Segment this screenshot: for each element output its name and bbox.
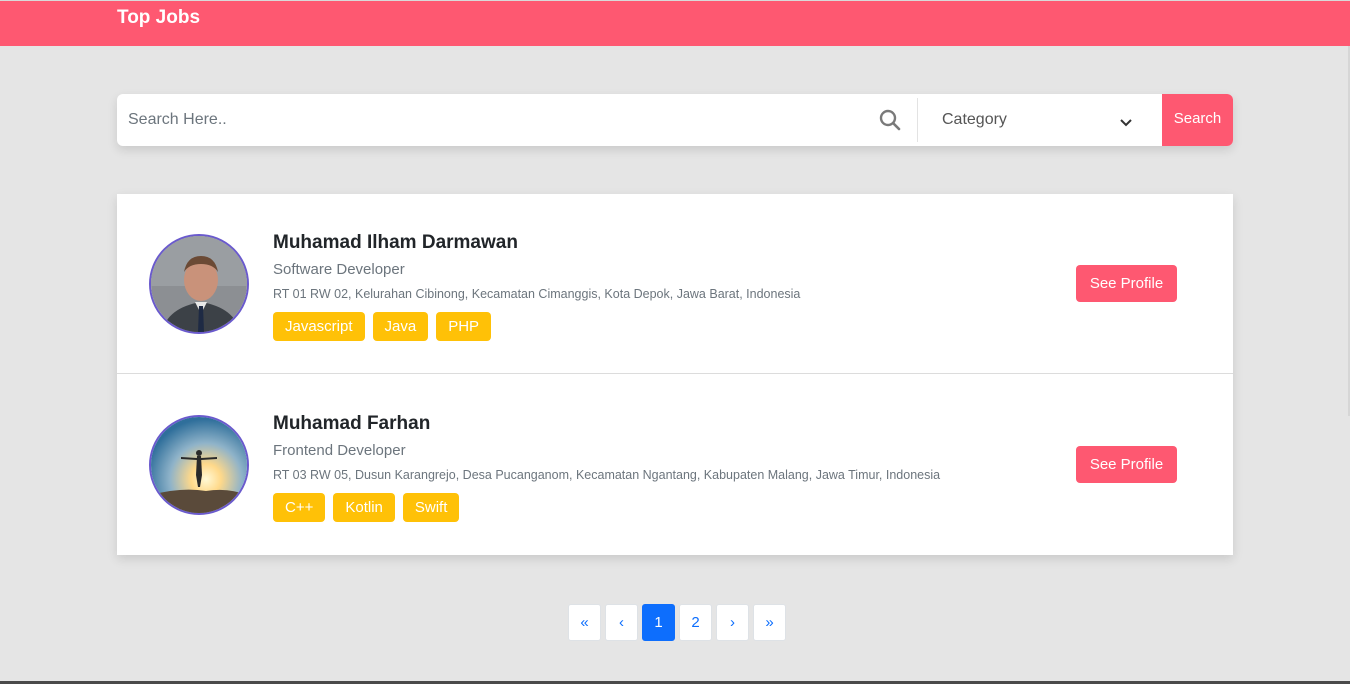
skill-tag: C++ xyxy=(273,493,326,522)
candidate-address: RT 03 RW 05, Dusun Karangrejo, Desa Puca… xyxy=(273,468,941,482)
candidate-row: Muhamad Ilham Darmawan Software Develope… xyxy=(117,194,1233,374)
see-profile-button[interactable]: See Profile xyxy=(1076,446,1177,483)
page-prev-button[interactable]: ‹ xyxy=(605,604,638,641)
skill-tags: Javascript Java PHP xyxy=(273,312,492,341)
avatar xyxy=(149,234,249,334)
skill-tag: Swift xyxy=(402,493,460,522)
candidate-name: Muhamad Farhan xyxy=(273,413,431,434)
brand-title[interactable]: Top Jobs xyxy=(117,7,200,29)
search-icon[interactable] xyxy=(879,109,901,131)
avatar xyxy=(149,415,249,515)
chevron-down-icon[interactable] xyxy=(1119,115,1133,127)
search-bar: Category Search xyxy=(117,94,1233,146)
candidate-role: Frontend Developer xyxy=(273,442,406,459)
category-label: Category xyxy=(942,111,1007,128)
see-profile-button[interactable]: See Profile xyxy=(1076,265,1177,302)
candidate-role: Software Developer xyxy=(273,261,405,278)
pagination: « ‹ 1 2 › » xyxy=(568,604,790,641)
candidate-name: Muhamad Ilham Darmawan xyxy=(273,232,518,253)
skill-tag: Javascript xyxy=(273,312,365,341)
page-2-button[interactable]: 2 xyxy=(679,604,712,641)
page-first-button[interactable]: « xyxy=(568,604,601,641)
candidate-list: Muhamad Ilham Darmawan Software Develope… xyxy=(117,194,1233,555)
page-1-button[interactable]: 1 xyxy=(642,604,675,641)
skill-tags: C++ Kotlin Swift xyxy=(273,493,460,522)
skill-tag: Java xyxy=(372,312,429,341)
top-navbar: Top Jobs xyxy=(0,0,1350,46)
search-button[interactable]: Search xyxy=(1162,94,1233,146)
candidate-row: Muhamad Farhan Frontend Developer RT 03 … xyxy=(117,375,1233,555)
page-last-button[interactable]: » xyxy=(753,604,786,641)
candidate-address: RT 01 RW 02, Kelurahan Cibinong, Kecamat… xyxy=(273,287,801,301)
skill-tag: Kotlin xyxy=(333,493,395,522)
page-next-button[interactable]: › xyxy=(716,604,749,641)
skill-tag: PHP xyxy=(436,312,492,341)
search-input[interactable] xyxy=(117,94,877,146)
